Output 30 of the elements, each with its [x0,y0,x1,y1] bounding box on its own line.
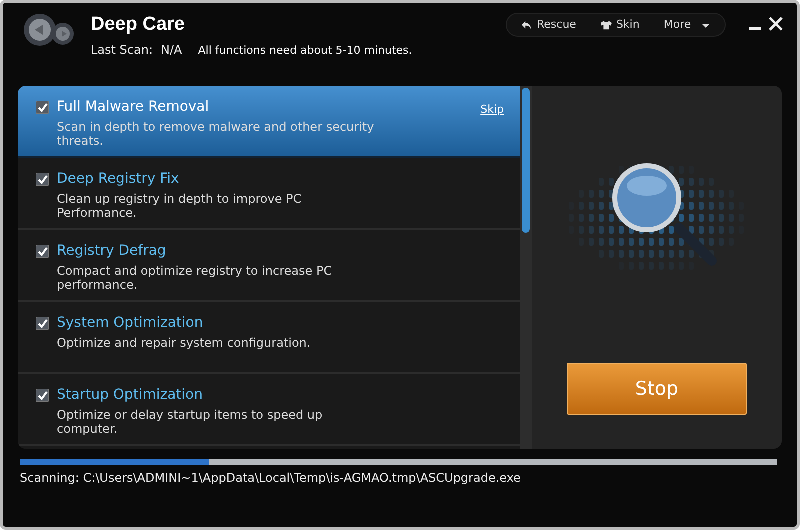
close-icon[interactable] [769,17,783,31]
window-title: Deep Care [91,13,186,37]
checkbox[interactable] [36,317,49,330]
status-text: Scanning: C:\Users\ADMINI~1\AppData\Local\Temp\is-AGMAO.tmp\ASCUpgrade.exe [20,470,522,487]
task-title: Full Malware Removal [57,98,210,116]
task-description: Clean up registry in depth to improve PC Performance. [57,192,303,220]
task-description: Optimize and repair system configuration. [57,336,312,350]
checkbox[interactable] [36,245,49,258]
task-description: Compact and optimize registry to increase PC performance. [57,264,334,292]
task-title: Startup Optimization [57,386,204,404]
toolbar-button[interactable]: More [664,16,712,34]
last-scan-label: Last Scan: [91,42,154,59]
toolbar-button[interactable]: Rescue [521,16,576,34]
task-item[interactable]: Full Malware Removal Scan in depth to remove malware and other security threats. Skip [18,86,520,158]
task-title: Deep Registry Fix [57,170,180,188]
undo-icon [521,19,533,31]
skip-link[interactable]: Skip [480,102,504,118]
task-description: Scan in depth to remove malware and other security threats. [57,120,376,148]
task-title: System Optimization [57,314,204,332]
task-title: Registry Defrag [57,242,168,260]
checkbox[interactable] [36,101,49,114]
duration-note: All functions need about 5-10 minutes. [198,43,412,59]
last-scan-value: N/A [161,42,182,59]
task-description: Optimize or delay startup items to speed up computer. [57,408,324,436]
checkbox[interactable] [36,389,49,402]
toolbar-button[interactable]: Skin [600,16,640,34]
checkbox[interactable] [36,173,49,186]
scrollbar-thumb[interactable] [522,88,530,233]
shirt-icon [600,19,612,31]
back-icon[interactable] [23,13,75,47]
